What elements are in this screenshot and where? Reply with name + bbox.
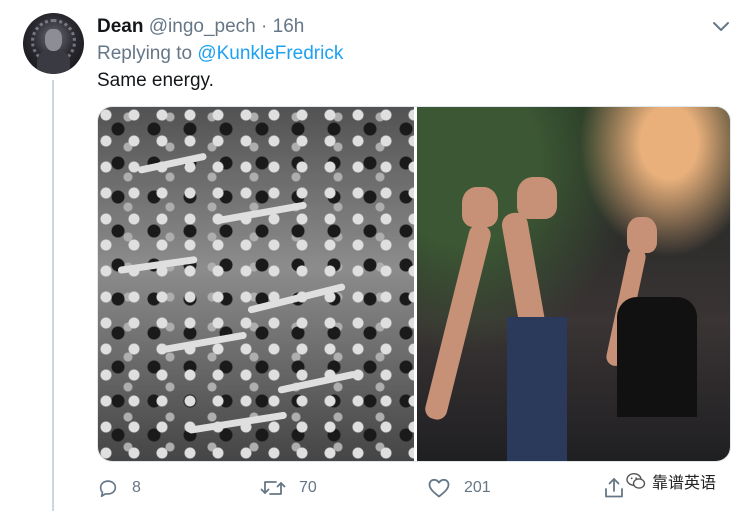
retweet-icon [260,481,286,495]
tweet-header: Dean @ingo_pech · 16h [97,15,304,39]
photo-arm [217,201,308,224]
photo-arm [157,331,248,354]
media-photo-crowd-salute[interactable] [98,107,414,461]
separator-dot: · [261,16,268,37]
photo-shirt [507,317,567,461]
reply-count: 8 [132,479,141,496]
speech-bubble-icon [99,480,117,498]
tweet-media[interactable] [97,106,731,462]
photo-arm [137,152,208,174]
avatar[interactable] [23,13,84,74]
retweet-button[interactable]: 70 [260,474,317,502]
tweet: Dean @ingo_pech · 16h Replying to @Kunkl… [0,0,752,511]
photo-arm [187,411,288,434]
photo-fist [627,217,657,253]
tweet-text: Same energy. [97,70,214,91]
replying-mention[interactable]: @KunkleFredrick [197,43,343,64]
photo-arm [117,255,198,274]
photo-fist [462,187,498,227]
avatar-body [37,49,70,74]
avatar-face [45,29,62,51]
photo-shirt [617,297,697,417]
wechat-icon [626,472,646,489]
thread-line [52,80,54,511]
photo-arm [423,222,493,422]
media-photo-raised-fists[interactable] [417,107,730,461]
photo-fist [517,177,557,219]
replying-prefix: Replying to [97,43,193,64]
share-icon [605,478,623,498]
photo-arm [247,282,346,314]
like-button[interactable]: 201 [427,474,491,502]
share-button[interactable] [602,474,626,502]
user-handle[interactable]: @ingo_pech [149,16,256,37]
heart-icon [428,478,450,498]
chevron-down-icon[interactable] [710,18,732,36]
display-name[interactable]: Dean [97,16,143,37]
retweet-count: 70 [299,479,317,496]
tweet-time[interactable]: 16h [273,16,305,37]
like-count: 201 [464,479,491,496]
reply-button[interactable]: 8 [97,474,141,502]
replying-to: Replying to @KunkleFredrick [97,42,343,66]
watermark: 靠谱英语 [626,468,716,494]
watermark-text: 靠谱英语 [652,475,717,492]
photo-arm [277,370,357,394]
